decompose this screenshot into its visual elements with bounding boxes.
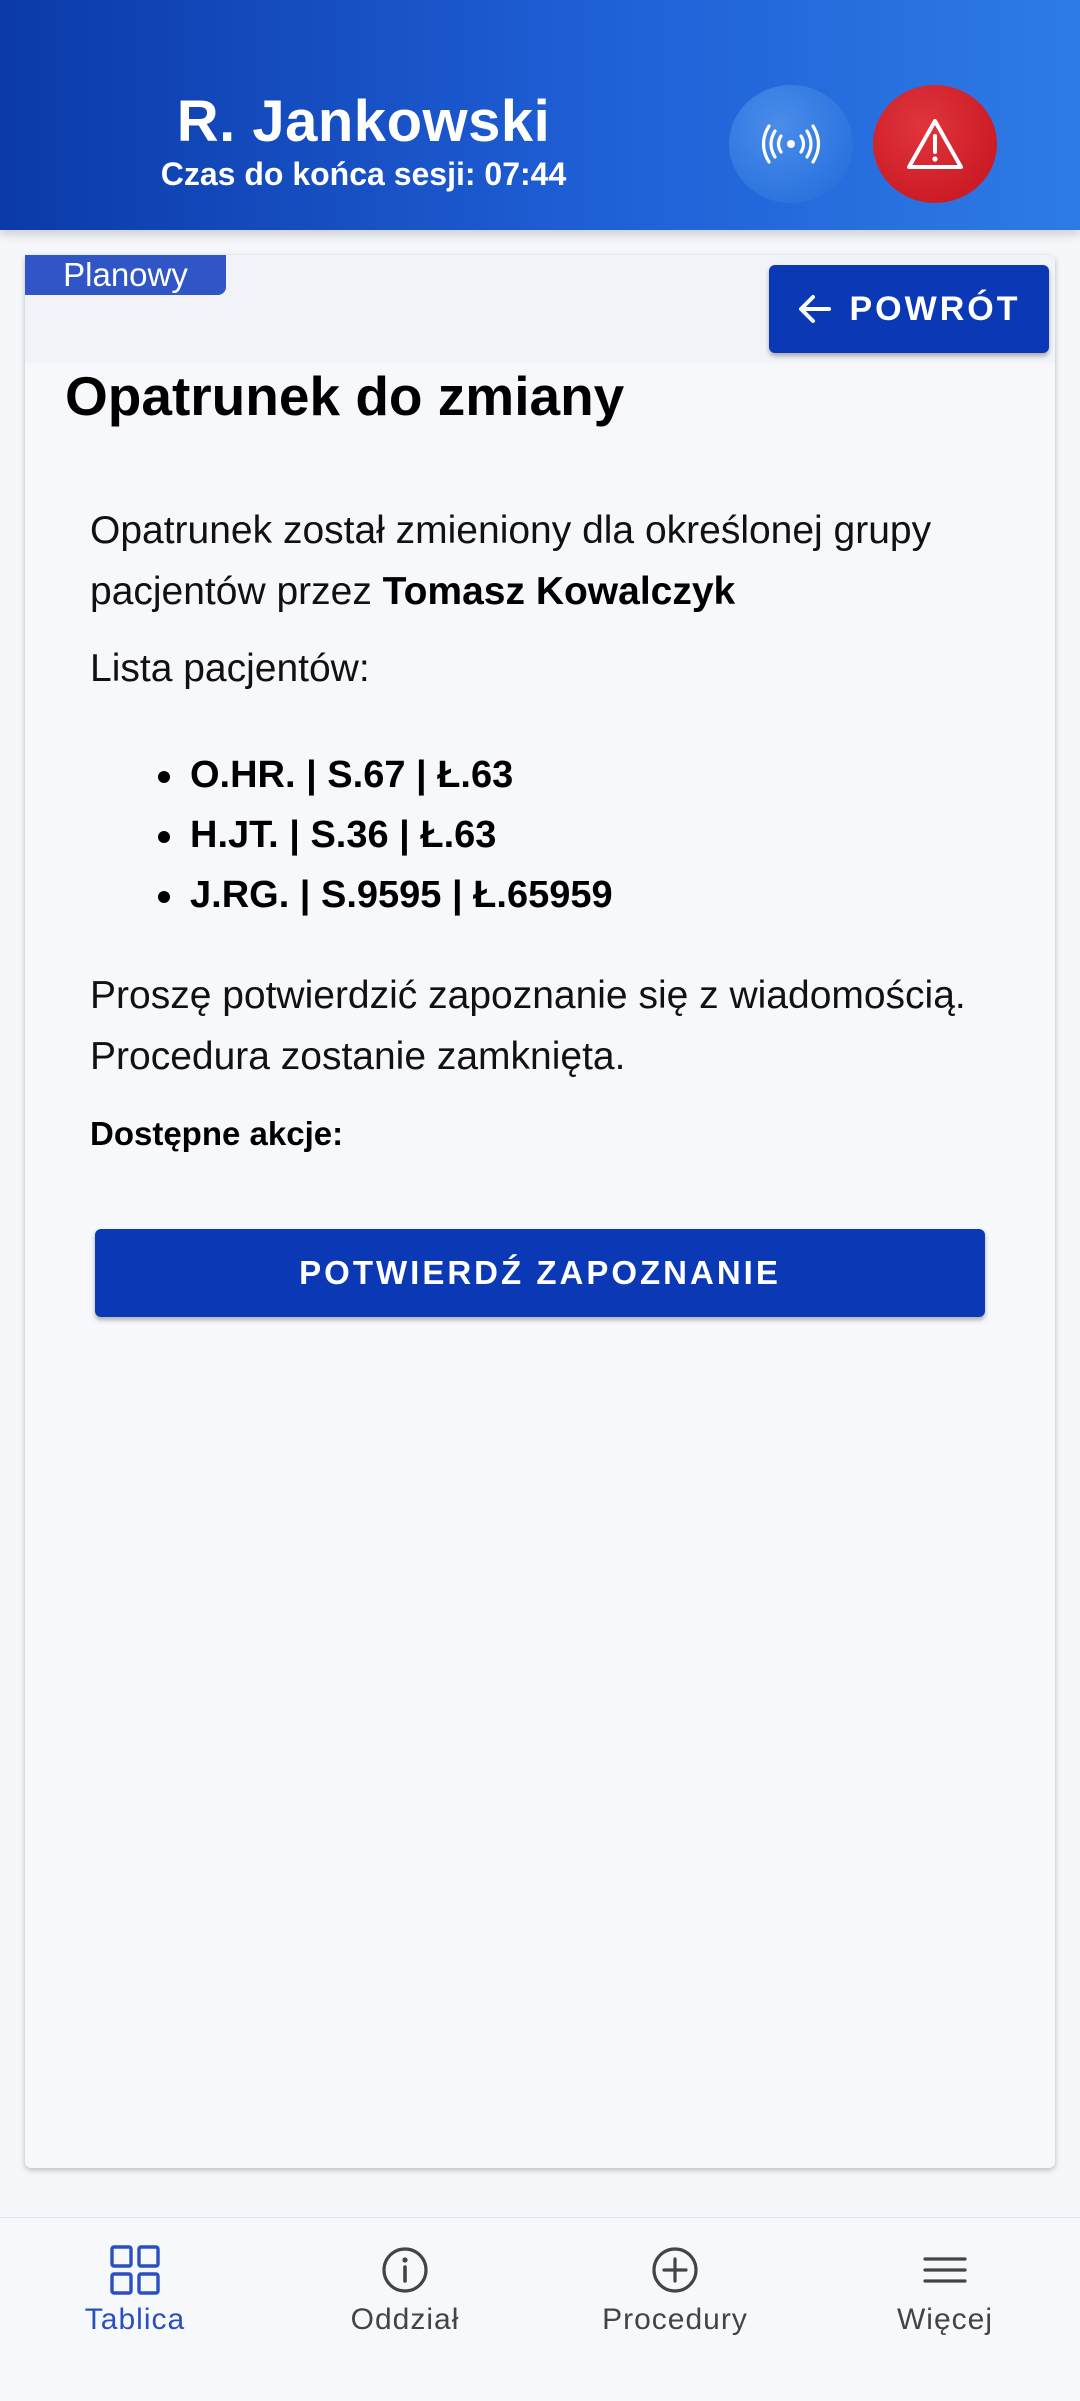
confirm-instructions: Proszę potwierdzić zapoznanie się z wiad… — [90, 974, 966, 1078]
patient-item: H.JT. | S.36 | Ł.63 — [152, 805, 613, 865]
patient-list: O.HR. | S.67 | Ł.63 H.JT. | S.36 | Ł.63 … — [152, 745, 613, 925]
nav-label-procedury: Procedury — [602, 2303, 748, 2336]
page-title: Opatrunek do zmiany — [65, 365, 625, 427]
alert-button[interactable] — [873, 85, 997, 203]
signal-button[interactable] — [729, 85, 853, 203]
menu-icon — [923, 2257, 967, 2283]
actions-label: Dostępne akcje: — [90, 1115, 344, 1152]
info-icon — [382, 2247, 428, 2293]
nav-item-wiecej[interactable]: Więcej — [810, 2218, 1080, 2401]
status-badge: Planowy — [25, 255, 226, 295]
plus-circle-icon — [652, 2247, 698, 2293]
broadcast-signal-icon — [761, 124, 821, 164]
nav-item-oddzial[interactable]: Oddział — [270, 2218, 540, 2401]
patient-item: J.RG. | S.9595 | Ł.65959 — [152, 865, 613, 925]
nav-label-oddzial: Oddział — [350, 2303, 460, 2336]
patient-item: O.HR. | S.67 | Ł.63 — [152, 745, 613, 805]
confirm-button[interactable]: POTWIERDŹ ZAPOZNANIE — [95, 1229, 985, 1317]
user-name: R. Jankowski — [176, 89, 551, 154]
patient-list-label: Lista pacjentów: — [90, 647, 370, 690]
session-timer: Czas do końca sesji: 07:44 — [160, 156, 567, 192]
nav-label-wiecej: Więcej — [896, 2303, 993, 2336]
warning-triangle-icon — [907, 119, 963, 169]
change-message: Opatrunek został zmieniony dla określone… — [90, 500, 990, 622]
nav-item-tablica[interactable]: Tablica — [0, 2218, 270, 2401]
nav-label-tablica: Tablica — [84, 2303, 186, 2336]
arrow-left-icon — [798, 295, 831, 323]
grid-icon — [110, 2245, 160, 2295]
message-author: Tomasz Kowalczyk — [382, 570, 736, 613]
nav-item-procedury[interactable]: Procedury — [540, 2218, 810, 2401]
back-button-label: POWRÓT — [849, 289, 1021, 328]
app-header: R. Jankowski Czas do końca sesji: 07:44 — [0, 0, 1080, 230]
back-button[interactable]: POWRÓT — [769, 265, 1049, 353]
bottom-navigation: Tablica Oddział Procedury Więcej — [0, 2217, 1080, 2401]
